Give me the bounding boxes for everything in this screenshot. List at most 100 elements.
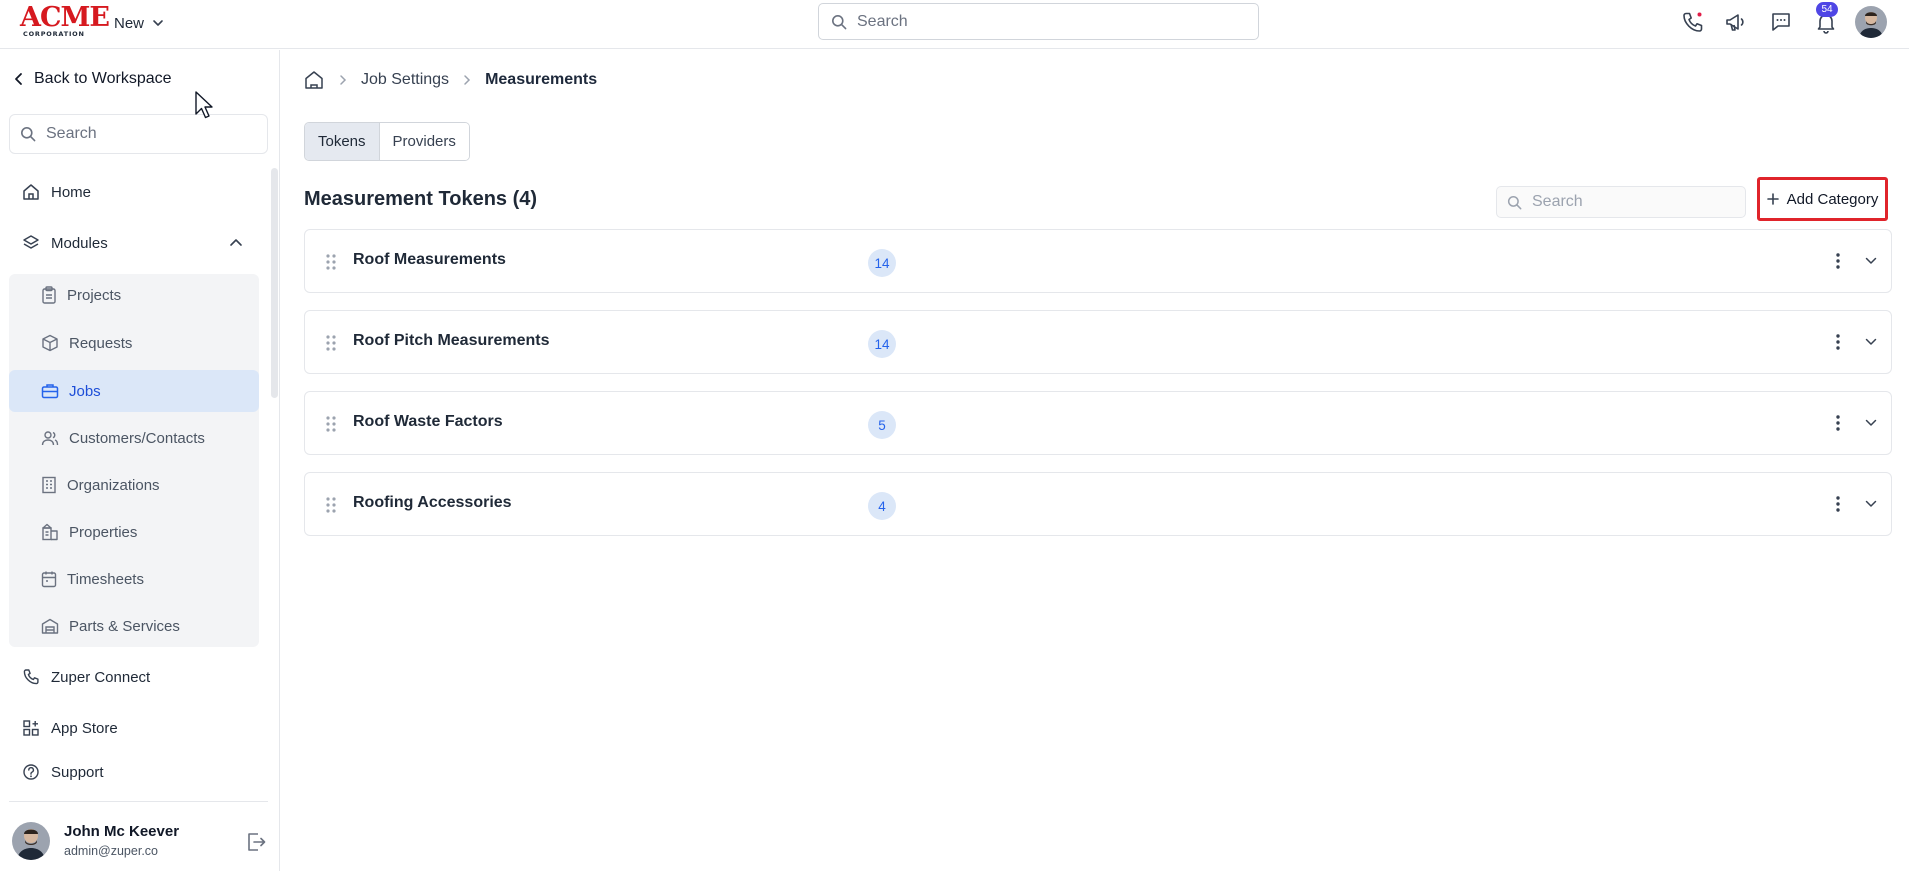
- sidebar-item-app-store[interactable]: App Store: [22, 716, 118, 740]
- sidebar-item-parts-services[interactable]: Parts & Services: [9, 605, 259, 647]
- user-email: admin@zuper.co: [64, 844, 158, 858]
- sidebar-item-label: App Store: [51, 719, 118, 737]
- sidebar-item-label: Organizations: [67, 476, 160, 494]
- sidebar-item-label: Properties: [69, 523, 138, 541]
- divider: [9, 801, 268, 802]
- drag-handle-icon[interactable]: [325, 414, 337, 434]
- logout-icon[interactable]: [244, 830, 268, 854]
- sidebar-search[interactable]: [9, 114, 268, 154]
- count-badge: 14: [868, 330, 896, 358]
- help-icon: [23, 764, 39, 780]
- add-category-button[interactable]: Add Category: [1757, 177, 1888, 221]
- layers-icon: [23, 235, 39, 249]
- phone-icon: [23, 669, 39, 685]
- sidebar-item-modules[interactable]: Modules: [22, 231, 108, 255]
- new-menu-button[interactable]: New: [114, 12, 164, 34]
- sidebar-search-input[interactable]: [46, 125, 256, 143]
- sidebar-item-label: Customers/Contacts: [69, 429, 205, 447]
- avatar[interactable]: [12, 822, 50, 860]
- sidebar-item-label: Timesheets: [67, 570, 144, 588]
- megaphone-icon[interactable]: [1722, 8, 1750, 36]
- user-profile: John Mc Keever admin@zuper.co: [12, 820, 272, 862]
- logo-subtitle: CORPORATION: [23, 30, 85, 38]
- chevron-down-icon[interactable]: [1861, 331, 1881, 353]
- sidebar-item-projects[interactable]: Projects: [9, 274, 259, 316]
- more-options-icon[interactable]: [1831, 412, 1845, 434]
- acme-logo[interactable]: ACME CORPORATION: [20, 4, 110, 39]
- category-row[interactable]: Roof Measurements 14: [304, 229, 1892, 293]
- sidebar-item-customers-contacts[interactable]: Customers/Contacts: [9, 417, 259, 459]
- briefcase-icon: [41, 384, 59, 399]
- top-bar: ACME CORPORATION New 54: [0, 0, 1909, 49]
- sidebar-item-label: Home: [51, 183, 92, 201]
- building-icon: [42, 476, 56, 494]
- category-label: Roof Waste Factors: [353, 413, 503, 430]
- token-search[interactable]: [1496, 186, 1746, 218]
- search-icon: [21, 127, 36, 142]
- count-badge: 14: [868, 249, 896, 277]
- sidebar-scrollbar[interactable]: [271, 168, 278, 398]
- sidebar-item-label: Parts & Services: [69, 617, 180, 635]
- drag-handle-icon[interactable]: [325, 495, 337, 515]
- sidebar-item-label: Requests: [69, 334, 133, 352]
- chevron-down-icon: [153, 20, 163, 26]
- chevron-left-icon: [15, 73, 22, 85]
- drag-handle-icon[interactable]: [325, 333, 337, 353]
- phone-icon[interactable]: [1679, 8, 1707, 36]
- tab-tokens[interactable]: Tokens: [305, 123, 380, 160]
- chevron-down-icon[interactable]: [1861, 493, 1881, 515]
- buildings-icon: [42, 523, 58, 541]
- breadcrumb: Job Settings Measurements: [303, 68, 597, 92]
- category-label: Roof Pitch Measurements: [353, 332, 550, 349]
- drag-handle-icon[interactable]: [325, 252, 337, 272]
- grid-icon: [23, 720, 39, 736]
- sidebar-item-label: Modules: [51, 234, 108, 252]
- back-to-workspace-link[interactable]: Back to Workspace: [14, 70, 172, 88]
- chevron-down-icon[interactable]: [1861, 250, 1881, 272]
- more-options-icon[interactable]: [1831, 493, 1845, 515]
- sidebar-item-label: Zuper Connect: [51, 668, 151, 686]
- chevron-up-icon[interactable]: [226, 232, 246, 252]
- sidebar-item-jobs[interactable]: Jobs: [9, 370, 259, 412]
- category-row[interactable]: Roof Pitch Measurements 14: [304, 310, 1892, 374]
- sidebar-item-support[interactable]: Support: [22, 760, 104, 784]
- category-row[interactable]: Roofing Accessories 4: [304, 472, 1892, 536]
- logo-wordmark: ACME: [20, 2, 110, 33]
- avatar[interactable]: [1855, 6, 1887, 38]
- sidebar-item-zuper-connect[interactable]: Zuper Connect: [22, 665, 150, 689]
- tab-providers[interactable]: Providers: [379, 123, 469, 160]
- search-icon: [832, 14, 847, 29]
- category-row[interactable]: Roof Waste Factors 5: [304, 391, 1892, 455]
- home-icon: [23, 184, 39, 200]
- chat-icon[interactable]: [1767, 8, 1795, 36]
- clipboard-icon: [42, 286, 56, 304]
- chevron-down-icon[interactable]: [1861, 412, 1881, 434]
- more-options-icon[interactable]: [1831, 250, 1845, 272]
- sidebar-item-requests[interactable]: Requests: [9, 322, 259, 364]
- sidebar-item-timesheets[interactable]: Timesheets: [9, 558, 259, 600]
- calendar-icon: [41, 571, 57, 588]
- sidebar-item-organizations[interactable]: Organizations: [9, 464, 259, 506]
- tabs: Tokens Providers: [304, 122, 470, 161]
- sidebar-item-home[interactable]: Home: [22, 180, 91, 204]
- token-search-input[interactable]: [1532, 193, 1732, 211]
- sidebar-item-label: Jobs: [69, 382, 101, 400]
- user-name: John Mc Keever: [64, 823, 180, 840]
- sidebar: Back to Workspace Home Modules Projects …: [0, 50, 280, 871]
- search-icon: [1507, 195, 1522, 209]
- global-search[interactable]: [818, 3, 1259, 40]
- chevron-right-icon: [463, 74, 471, 86]
- sidebar-item-properties[interactable]: Properties: [9, 511, 259, 553]
- breadcrumb-job-settings[interactable]: Job Settings: [361, 71, 449, 89]
- new-label: New: [114, 14, 145, 32]
- category-label: Roofing Accessories: [353, 494, 512, 511]
- page-title: Measurement Tokens (4): [304, 188, 538, 210]
- users-icon: [41, 431, 59, 446]
- global-search-input[interactable]: [857, 12, 1237, 31]
- count-badge: 5: [868, 411, 896, 439]
- warehouse-icon: [41, 618, 59, 634]
- home-icon[interactable]: [303, 69, 325, 91]
- package-icon: [42, 334, 58, 352]
- more-options-icon[interactable]: [1831, 331, 1845, 353]
- count-badge: 4: [868, 492, 896, 520]
